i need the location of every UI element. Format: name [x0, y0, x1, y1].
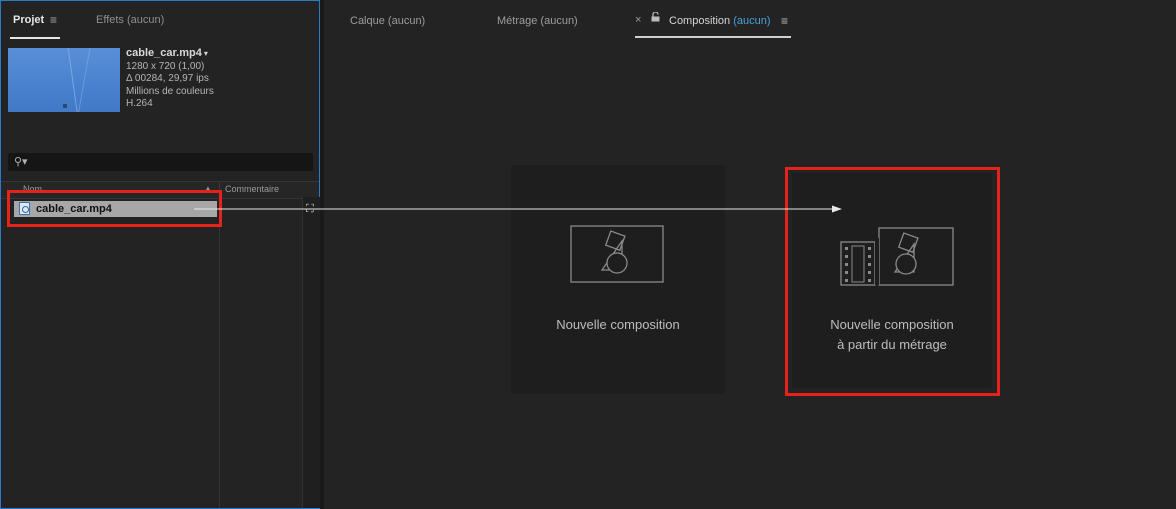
tab-calque-label: Calque — [350, 15, 385, 27]
flowchart-icon[interactable]: ⛶ — [306, 203, 314, 216]
tab-calque-suffix: (aucun) — [387, 15, 426, 27]
new-composition-label: Nouvelle composition — [511, 315, 725, 335]
tab-metrage[interactable]: Métrage (aucun) — [497, 15, 578, 27]
active-tab-indicator — [635, 36, 791, 38]
footage-name[interactable]: cable_car.mp4 — [126, 47, 202, 59]
footage-resolution: 1280 x 720 (1,00) — [126, 60, 205, 72]
composition-icon — [570, 225, 664, 283]
composition-viewer: Calque (aucun) Métrage (aucun) × Composi… — [324, 0, 1176, 509]
footage-thumbnail — [8, 48, 120, 112]
project-search[interactable]: ⚲▾ — [8, 153, 313, 171]
annotation-highlight-footage — [7, 190, 222, 227]
search-icon[interactable]: ⚲▾ — [14, 155, 28, 168]
search-input[interactable] — [34, 154, 304, 170]
tab-composition-suffix: (aucun) — [733, 15, 771, 27]
column-divider — [219, 198, 220, 508]
tab-metrage-label: Métrage — [497, 15, 538, 27]
footage-codec: H.264 — [126, 98, 153, 109]
footage-info: cable_car.mp4 ▾ 1280 x 720 (1,00) Δ 00284… — [126, 47, 214, 111]
panel-menu-icon[interactable]: ≡ — [50, 13, 57, 27]
footage-duration: Δ 00284, 29,97 ips — [126, 73, 209, 84]
project-panel-tabs: Projet ≡ Effets (aucun) — [1, 1, 319, 41]
new-composition-button[interactable]: Nouvelle composition — [511, 165, 725, 394]
scrollbar[interactable] — [302, 197, 320, 508]
tab-composition-label: Composition — [669, 15, 731, 27]
chevron-down-icon[interactable]: ▾ — [204, 49, 208, 58]
lock-icon[interactable] — [651, 11, 660, 25]
column-comment-header[interactable]: Commentaire — [225, 184, 279, 194]
tab-composition[interactable]: Composition (aucun) — [669, 15, 771, 27]
footage-colors: Millions de couleurs — [126, 85, 214, 97]
project-panel: Projet ≡ Effets (aucun) cable_car.mp4 ▾ 1… — [0, 0, 320, 509]
tab-projet[interactable]: Projet — [13, 14, 44, 26]
active-tab-indicator — [10, 37, 60, 39]
close-icon[interactable]: × — [635, 14, 641, 26]
annotation-highlight-card — [785, 167, 1000, 396]
tab-metrage-suffix: (aucun) — [540, 15, 578, 27]
tab-effets[interactable]: Effets (aucun) — [96, 14, 164, 26]
tab-calque[interactable]: Calque (aucun) — [350, 15, 425, 27]
panel-menu-icon[interactable]: ≡ — [781, 14, 788, 28]
card-label-line1: Nouvelle composition — [556, 317, 680, 332]
